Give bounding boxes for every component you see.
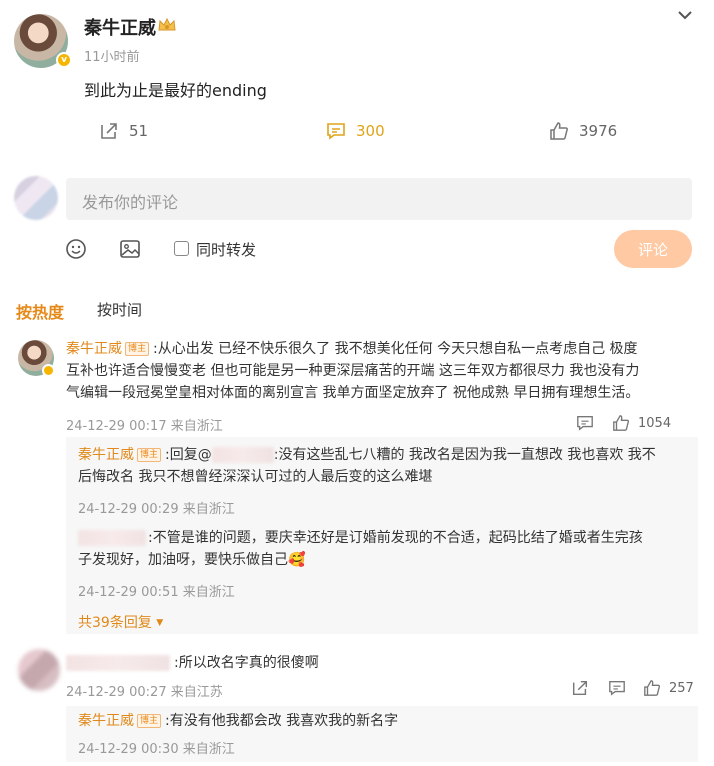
reply-prefix: :回复@ bbox=[165, 447, 212, 463]
author-badge: 博主 bbox=[137, 448, 162, 462]
comment-reply-button[interactable] bbox=[576, 414, 594, 432]
thumbs-up-icon bbox=[613, 415, 630, 431]
comment-text-line: :所以改名字真的很傻啊 bbox=[174, 655, 319, 671]
emoji-face: 🥰 bbox=[288, 552, 306, 568]
comment-like-count: 257 bbox=[669, 680, 694, 696]
like-count: 3976 bbox=[579, 122, 618, 140]
thumbs-up-icon bbox=[644, 680, 661, 696]
reply-text-line: 子发现好，加油呀，要快乐做自己 bbox=[78, 552, 288, 568]
redacted-username bbox=[211, 447, 274, 463]
verified-icon: v bbox=[56, 52, 72, 68]
reply-item: :不管是谁的问题，要庆幸还好是订婚前发现的不合适，起码比结了婚或者生完孩 子发现… bbox=[78, 527, 698, 571]
comment-repost-button[interactable] bbox=[571, 679, 589, 697]
sort-by-hot-tab[interactable]: 按热度 bbox=[16, 299, 64, 323]
repost-checkbox-label[interactable]: 同时转发 bbox=[196, 239, 256, 260]
comment-meta: 24-12-29 00:17 来自浙江 bbox=[66, 419, 223, 434]
reply-text-line: 后悔改名 我只不想曾经深深认可过的人最后变的这么难堪 bbox=[78, 469, 433, 485]
comment-input-placeholder: 发布你的评论 bbox=[82, 193, 179, 212]
comment-like-button[interactable]: 1054 bbox=[612, 414, 671, 432]
repost-checkbox[interactable] bbox=[174, 241, 189, 256]
reply-item: 秦牛正威 博主:有没有他我都会改 我喜欢我的新名字 bbox=[78, 710, 398, 732]
author-badge: 博主 bbox=[137, 714, 162, 728]
reply-text-line: :没有这些乱七八糟的 我改名是因为我一直想改 我也喜欢 我不 bbox=[273, 447, 656, 463]
chevron-down-icon[interactable] bbox=[676, 8, 694, 22]
reply-meta: 24-12-29 00:29 来自浙江 bbox=[78, 502, 235, 517]
comment-author[interactable]: 秦牛正威 bbox=[66, 341, 122, 357]
post-text: 到此为止是最好的ending bbox=[84, 81, 267, 100]
poster-name[interactable]: 秦牛正威 bbox=[84, 14, 156, 40]
comment-icon bbox=[609, 681, 625, 696]
repost-count: 51 bbox=[129, 122, 149, 140]
more-replies-link[interactable]: 共39条回复 ▼ bbox=[78, 612, 163, 632]
comment-icon bbox=[577, 416, 593, 431]
repost-icon bbox=[572, 680, 588, 696]
comment-text-line: 气编辑一段冠冕堂皇相对体面的离别宣言 我单方面坚定放弃了 祝他成熟 早日拥有理想… bbox=[66, 385, 640, 401]
redacted-username bbox=[66, 655, 170, 671]
comment-text-line: 互补也许适合慢慢变老 但也可能是另一种更深层痛苦的开端 这三年双方都很尽力 我也… bbox=[66, 363, 640, 379]
reply-meta: 24-12-29 00:51 来自浙江 bbox=[78, 585, 235, 600]
comment-count: 300 bbox=[356, 122, 385, 140]
redacted-username bbox=[78, 530, 146, 546]
repost-button[interactable]: 51 bbox=[99, 119, 148, 143]
comment-body: 秦牛正威 博主:从心出发 已经不快乐很久了 我不想美化任何 今天只想自私一点考虑自… bbox=[66, 338, 706, 404]
like-button[interactable]: 3976 bbox=[549, 119, 617, 143]
thumbs-up-icon bbox=[550, 122, 568, 140]
comment-reply-button[interactable] bbox=[608, 679, 626, 697]
verified-icon bbox=[42, 364, 55, 377]
submit-comment-button[interactable]: 评论 bbox=[614, 230, 692, 268]
reply-text-line: :不管是谁的问题，要庆幸还好是订婚前发现的不合适，起码比结了婚或者生完孩 bbox=[148, 530, 643, 546]
comment-like-count: 1054 bbox=[638, 415, 672, 431]
comment-icon bbox=[327, 123, 345, 140]
crown-icon bbox=[158, 17, 176, 31]
sort-by-time-tab[interactable]: 按时间 bbox=[97, 299, 142, 320]
emoji-icon[interactable] bbox=[65, 238, 87, 260]
post-time: 11小时前 bbox=[84, 50, 140, 65]
reply-text-line: :有没有他我都会改 我喜欢我的新名字 bbox=[165, 713, 399, 729]
reply-author[interactable]: 秦牛正威 bbox=[78, 447, 134, 463]
comment-avatar[interactable] bbox=[18, 649, 60, 691]
comment-text-line: :从心出发 已经不快乐很久了 我不想美化任何 今天只想自私一点考虑自己 极度 bbox=[153, 341, 638, 357]
my-avatar bbox=[14, 176, 58, 220]
comment-body: :所以改名字真的很傻啊 bbox=[66, 652, 319, 674]
image-icon[interactable] bbox=[119, 238, 141, 260]
reply-author[interactable]: 秦牛正威 bbox=[78, 713, 134, 729]
caret-down-icon: ▼ bbox=[156, 618, 164, 628]
comment-like-button[interactable]: 257 bbox=[643, 679, 694, 697]
reply-item: 秦牛正威 博主:回复@ :没有这些乱七八糟的 我改名是因为我一直想改 我也喜欢 我不… bbox=[78, 444, 698, 488]
comment-button[interactable]: 300 bbox=[326, 119, 385, 143]
more-replies-label: 共39条回复 bbox=[78, 615, 152, 631]
repost-icon bbox=[101, 123, 117, 139]
reply-meta: 24-12-29 00:30 来自浙江 bbox=[78, 742, 235, 757]
author-badge: 博主 bbox=[125, 342, 150, 356]
comment-meta: 24-12-29 00:27 来自江苏 bbox=[66, 685, 223, 700]
